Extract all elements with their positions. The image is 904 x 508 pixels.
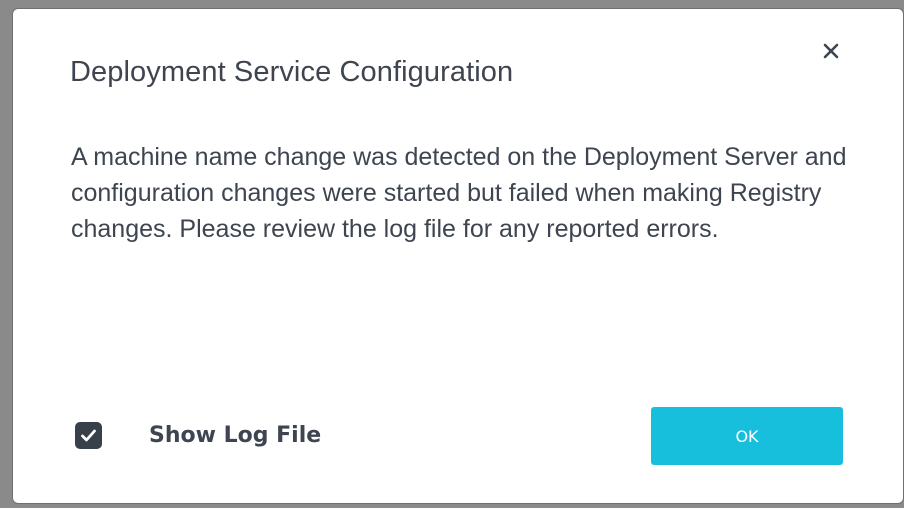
- show-log-file-checkbox[interactable]: [75, 421, 102, 449]
- show-log-file-toggle[interactable]: Show Log File: [75, 417, 321, 453]
- close-icon: [823, 43, 839, 59]
- background-window: Deployment Service Configuration A machi…: [0, 0, 904, 508]
- checkmark-icon: [81, 429, 96, 441]
- dialog-message: A machine name change was detected on th…: [71, 143, 847, 243]
- dialog-title: Deployment Service Configuration: [70, 56, 514, 88]
- ok-button[interactable]: OK: [651, 407, 843, 465]
- deployment-config-dialog: Deployment Service Configuration A machi…: [12, 8, 904, 504]
- show-log-file-label: Show Log File: [149, 422, 322, 448]
- close-button[interactable]: [819, 39, 843, 63]
